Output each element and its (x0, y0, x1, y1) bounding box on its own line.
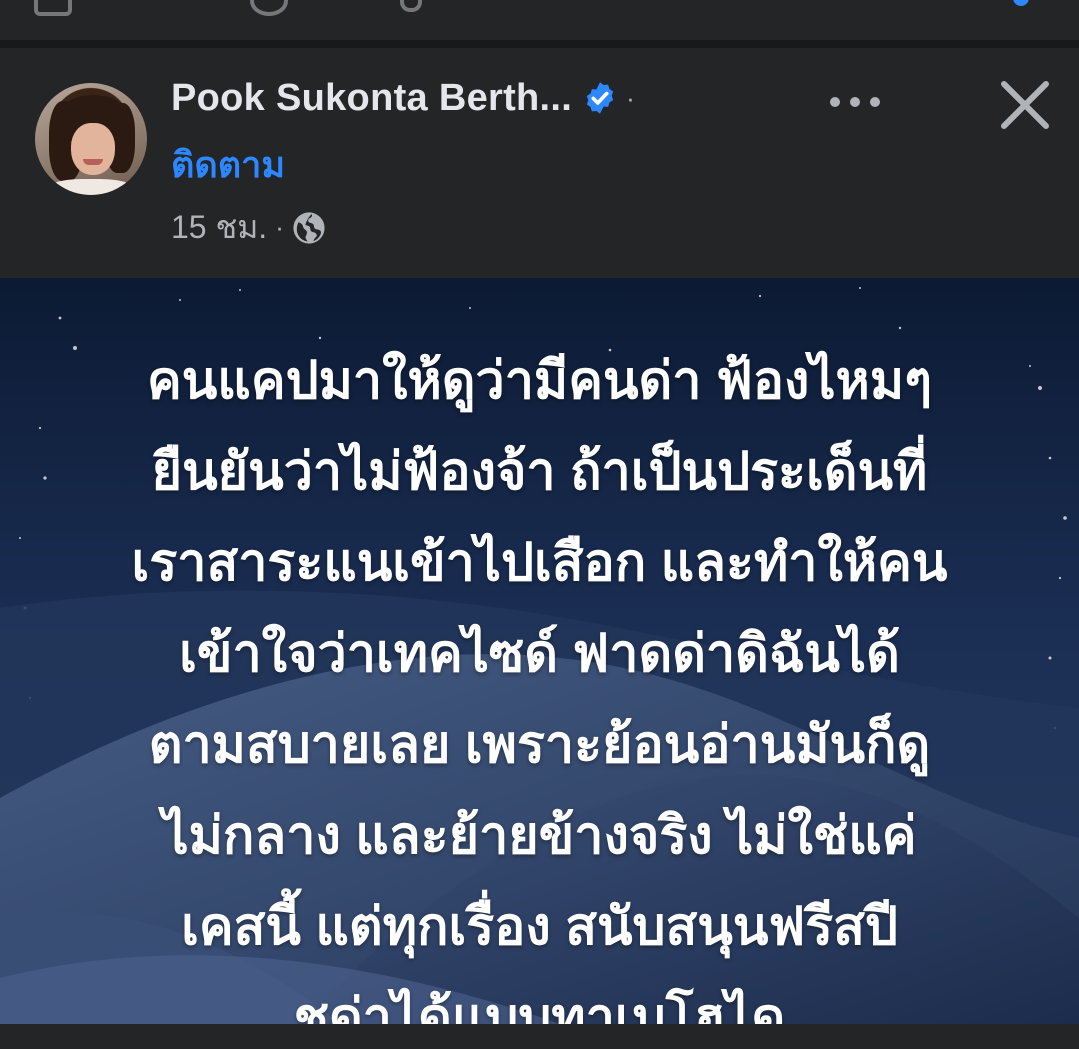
verified-badge-icon (586, 82, 614, 114)
avatar-mouth (83, 159, 103, 165)
more-dot (870, 97, 880, 107)
more-options-icon[interactable] (820, 80, 890, 124)
post-text-line: เคสนี้ แต่ทุกเรื่อง สนับสนุนฟรีสปี (181, 898, 898, 956)
facebook-post-viewer: Pook Sukonta Berth... · ติดตาม 15 ชม. · (0, 0, 1079, 1049)
toolbar-icon[interactable] (34, 0, 72, 16)
toolbar-icon[interactable] (250, 0, 288, 16)
author-row: Pook Sukonta Berth... · (171, 76, 635, 120)
bottom-bar (0, 1024, 1079, 1049)
post-text-line: ตามสบายเลย เพราะย้อนอ่านมันก็ดู (148, 716, 931, 774)
divider (0, 40, 1079, 48)
globe-icon (293, 211, 325, 244)
meta-dot: · (275, 212, 284, 242)
avatar-face (71, 123, 115, 175)
author-name[interactable]: Pook Sukonta Berth... (171, 77, 572, 120)
separator-dot: · (626, 83, 635, 113)
follow-button[interactable]: ติดตาม (171, 136, 285, 193)
more-dot (830, 97, 840, 107)
post-meta: 15 ชม. · (171, 202, 326, 253)
post-text-line: ไม่กลาง และย้ายข้างจริง ไม่ใช่แค่ (162, 807, 917, 865)
post-image-text: คนแคปมาให้ดูว่ามีคนด่า ฟ้องไหมๆ ยืนยันว่… (40, 336, 1039, 1024)
close-icon[interactable] (996, 76, 1054, 134)
post-text-line: เข้าใจว่าเทคไซด์ ฟาดด่าดิฉันได้ (179, 625, 900, 683)
notification-dot (1013, 0, 1029, 6)
post-timestamp[interactable]: 15 ชม. (171, 202, 267, 253)
post-text-line: เราสาระแนเข้าไปเสือก และทำให้คน (131, 534, 948, 592)
post-text-line: ยืนยันว่าไม่ฟ้องจ้า ถ้าเป็นประเด็นที่ (151, 443, 928, 501)
post-image[interactable]: คนแคปมาให้ดูว่ามีคนด่า ฟ้องไหมๆ ยืนยันว่… (0, 278, 1079, 1024)
post-text-line: ชด่าได้แบบทาเบโฮได (293, 989, 786, 1024)
top-toolbar (0, 0, 1079, 40)
avatar-shirt (45, 179, 137, 195)
post-text-line: คนแคปมาให้ดูว่ามีคนด่า ฟ้องไหมๆ (146, 352, 933, 410)
post-header: Pook Sukonta Berth... · ติดตาม 15 ชม. · (0, 48, 1079, 278)
more-dot (850, 97, 860, 107)
author-avatar[interactable] (35, 83, 147, 195)
toolbar-icon[interactable] (400, 0, 422, 12)
